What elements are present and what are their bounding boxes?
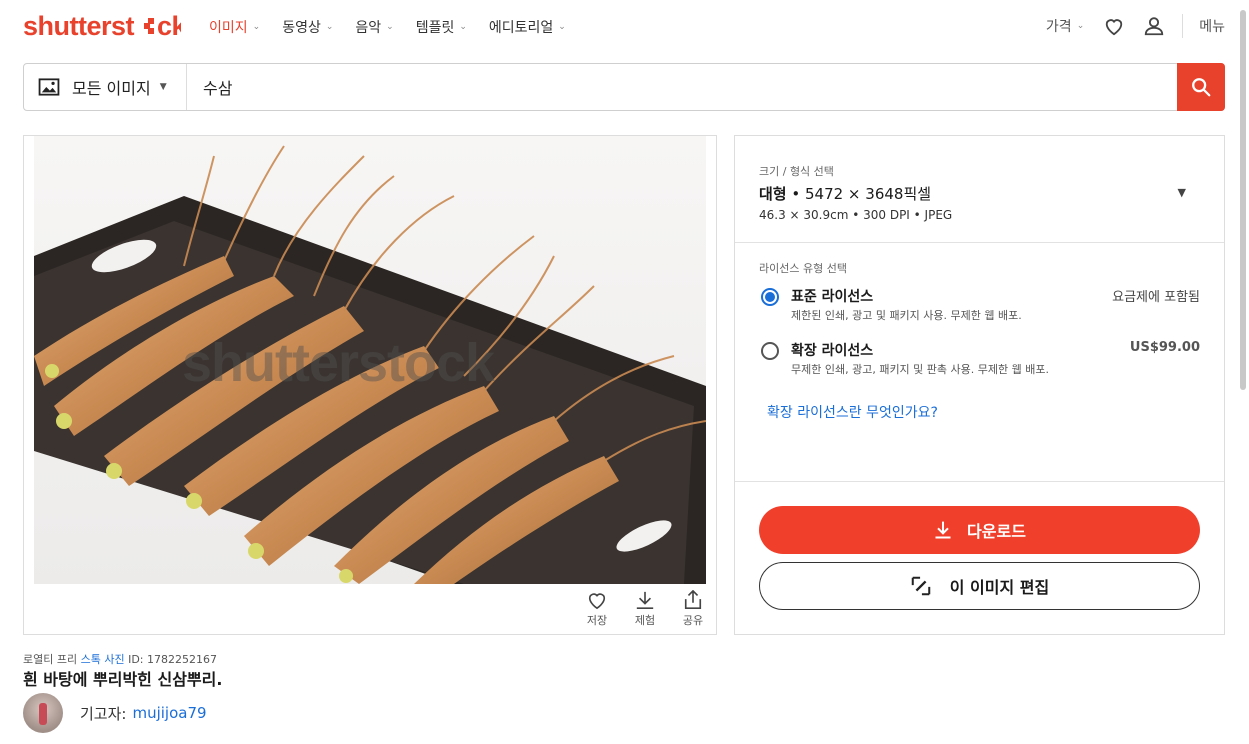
license-desc: 제한된 인쇄, 광고 및 패키지 사용. 무제한 웹 배포. xyxy=(791,309,1022,322)
image-caption: 흰 바탕에 뿌리박힌 신삼뿌리. xyxy=(23,670,223,689)
nav-label: 음악 xyxy=(355,20,382,36)
svg-text:shutterst: shutterst xyxy=(23,11,135,41)
edit-image-icon xyxy=(911,576,931,596)
image-meta: 로열티 프리 스톡 사진 ID: 1782252167 xyxy=(23,651,217,667)
meta-prefix: 로열티 프리 xyxy=(23,653,81,666)
avatar[interactable] xyxy=(23,693,63,733)
license-desc: 무제한 인쇄, 광고, 패키지 및 판촉 사용. 무제한 웹 배포. xyxy=(791,363,1049,376)
chevron-down-icon: ⌄ xyxy=(325,22,334,32)
license-caption: 라이선스 유형 선택 xyxy=(759,262,847,275)
scrollbar-thumb[interactable] xyxy=(1240,10,1246,390)
license-title: 확장 라이선스 xyxy=(791,343,874,359)
nav-label: 템플릿 xyxy=(415,20,455,36)
search-icon xyxy=(1192,78,1211,97)
download-button[interactable]: 다운로드 xyxy=(759,506,1200,554)
radio-standard[interactable] xyxy=(761,288,779,306)
contributor-info: 기고자: mujijoa79 xyxy=(23,693,207,733)
image-preview-panel: shutterstock 저장 제험 공유 xyxy=(23,135,717,635)
pricing-menu[interactable]: 가격 ⌄ xyxy=(1046,16,1084,36)
save-label: 저장 xyxy=(586,614,608,627)
size-caption: 크기 / 형식 선택 xyxy=(759,165,834,178)
search-button[interactable] xyxy=(1177,63,1225,111)
nav-item-videos[interactable]: 동영상 ⌄ xyxy=(282,17,333,37)
license-option-extended[interactable]: 확장 라이선스 무제한 인쇄, 광고, 패키지 및 판촉 사용. 무제한 웹 배… xyxy=(759,340,1200,380)
chevron-down-icon: ⌄ xyxy=(1076,21,1085,31)
nav-divider xyxy=(1182,14,1184,38)
contributor-link[interactable]: mujijoa79 xyxy=(132,704,206,722)
license-price: 요금제에 포함됨 xyxy=(1112,290,1200,305)
comp-label: 제험 xyxy=(634,614,656,627)
download-label: 다운로드 xyxy=(967,522,1026,541)
chevron-down-icon: ⌄ xyxy=(459,22,467,32)
purchase-panel: 크기 / 형식 선택 대형 • 5472 × 3648픽셀 46.3 × 30.… xyxy=(734,135,1225,635)
license-title: 표준 라이선스 xyxy=(791,289,874,305)
save-button[interactable]: 저장 xyxy=(584,590,610,628)
menu-button[interactable]: 메뉴 xyxy=(1199,16,1225,36)
stock-photo-link[interactable]: 스톡 사진 xyxy=(81,653,125,666)
image-icon xyxy=(38,78,60,96)
search-type-label: 모든 이미지 xyxy=(72,79,151,98)
nav-item-images[interactable]: 이미지 ⌄ xyxy=(209,17,260,37)
nav-label: 동영상 xyxy=(282,20,321,36)
search-type-dropdown[interactable]: 모든 이미지 ▼ xyxy=(24,64,187,110)
share-button[interactable]: 공유 xyxy=(680,590,706,628)
search-bar: 모든 이미지 ▼ xyxy=(23,63,1225,111)
contributor-label: 기고자: xyxy=(80,704,127,723)
top-header: shutterst ck 이미지 ⌄ 동영상 ⌄ 음악 ⌄ 템플릿 ⌄ 에디토리… xyxy=(0,0,1249,56)
image-id: ID: 1782252167 xyxy=(124,653,217,666)
edit-label: 이 이미지 편집 xyxy=(949,578,1050,597)
chevron-down-icon: ⌄ xyxy=(252,22,261,32)
nav-label: 이미지 xyxy=(209,20,248,36)
shutterstock-logo[interactable]: shutterst ck xyxy=(23,10,188,49)
account-nav: 가격 ⌄ 메뉴 xyxy=(1046,14,1225,38)
image-actions: 저장 제험 공유 xyxy=(584,590,706,628)
svg-text:ck: ck xyxy=(157,11,181,41)
size-name: 대형 xyxy=(759,185,787,203)
chevron-down-icon: ⌄ xyxy=(386,22,394,32)
search-input[interactable] xyxy=(187,64,1177,110)
ginseng-photo[interactable]: shutterstock xyxy=(34,136,706,584)
radio-extended[interactable] xyxy=(761,342,779,360)
nav-item-editorial[interactable]: 에디토리얼 ⌄ xyxy=(489,17,566,37)
main-nav: 이미지 ⌄ 동영상 ⌄ 음악 ⌄ 템플릿 ⌄ 에디토리얼 ⌄ xyxy=(209,17,588,37)
chevron-down-icon: ⌄ xyxy=(558,22,566,32)
size-format-selector[interactable]: 크기 / 형식 선택 대형 • 5472 × 3648픽셀 46.3 × 30.… xyxy=(735,136,1224,243)
nav-label: 에디토리얼 xyxy=(488,20,554,36)
download-icon xyxy=(636,591,654,609)
favorites-heart-icon[interactable] xyxy=(1102,14,1126,38)
nav-item-templates[interactable]: 템플릿 ⌄ xyxy=(416,17,467,37)
heart-icon xyxy=(588,593,606,610)
comp-download-button[interactable]: 제험 xyxy=(632,590,658,628)
extended-license-info-link[interactable]: 확장 라이선스란 무엇인가요? xyxy=(767,402,938,422)
caret-down-icon: ▼ xyxy=(159,82,167,92)
logo-wordmark: shutterst ck xyxy=(23,11,188,41)
share-label: 공유 xyxy=(682,614,704,627)
size-details: 46.3 × 30.9cm • 300 DPI • JPEG xyxy=(759,208,953,222)
edit-image-button[interactable]: 이 이미지 편집 xyxy=(759,562,1200,610)
size-pixels: • 5472 × 3648픽셀 xyxy=(786,185,932,203)
download-icon xyxy=(935,521,951,539)
page-scrollbar[interactable] xyxy=(1239,0,1247,390)
size-selected: 대형 • 5472 × 3648픽셀 xyxy=(759,183,931,204)
license-price: US$99.00 xyxy=(1129,340,1200,355)
caret-down-icon: ▼ xyxy=(1177,186,1186,199)
pricing-label: 가격 xyxy=(1045,19,1072,35)
share-icon xyxy=(684,590,702,609)
nav-item-music[interactable]: 음악 ⌄ xyxy=(355,17,393,37)
watermark: shutterstock xyxy=(182,333,495,393)
license-selector: 라이선스 유형 선택 표준 라이선스 제한된 인쇄, 광고 및 패키지 사용. … xyxy=(735,244,1224,482)
license-option-standard[interactable]: 표준 라이선스 제한된 인쇄, 광고 및 패키지 사용. 무제한 웹 배포. 요… xyxy=(759,286,1200,326)
user-account-icon[interactable] xyxy=(1142,14,1166,38)
